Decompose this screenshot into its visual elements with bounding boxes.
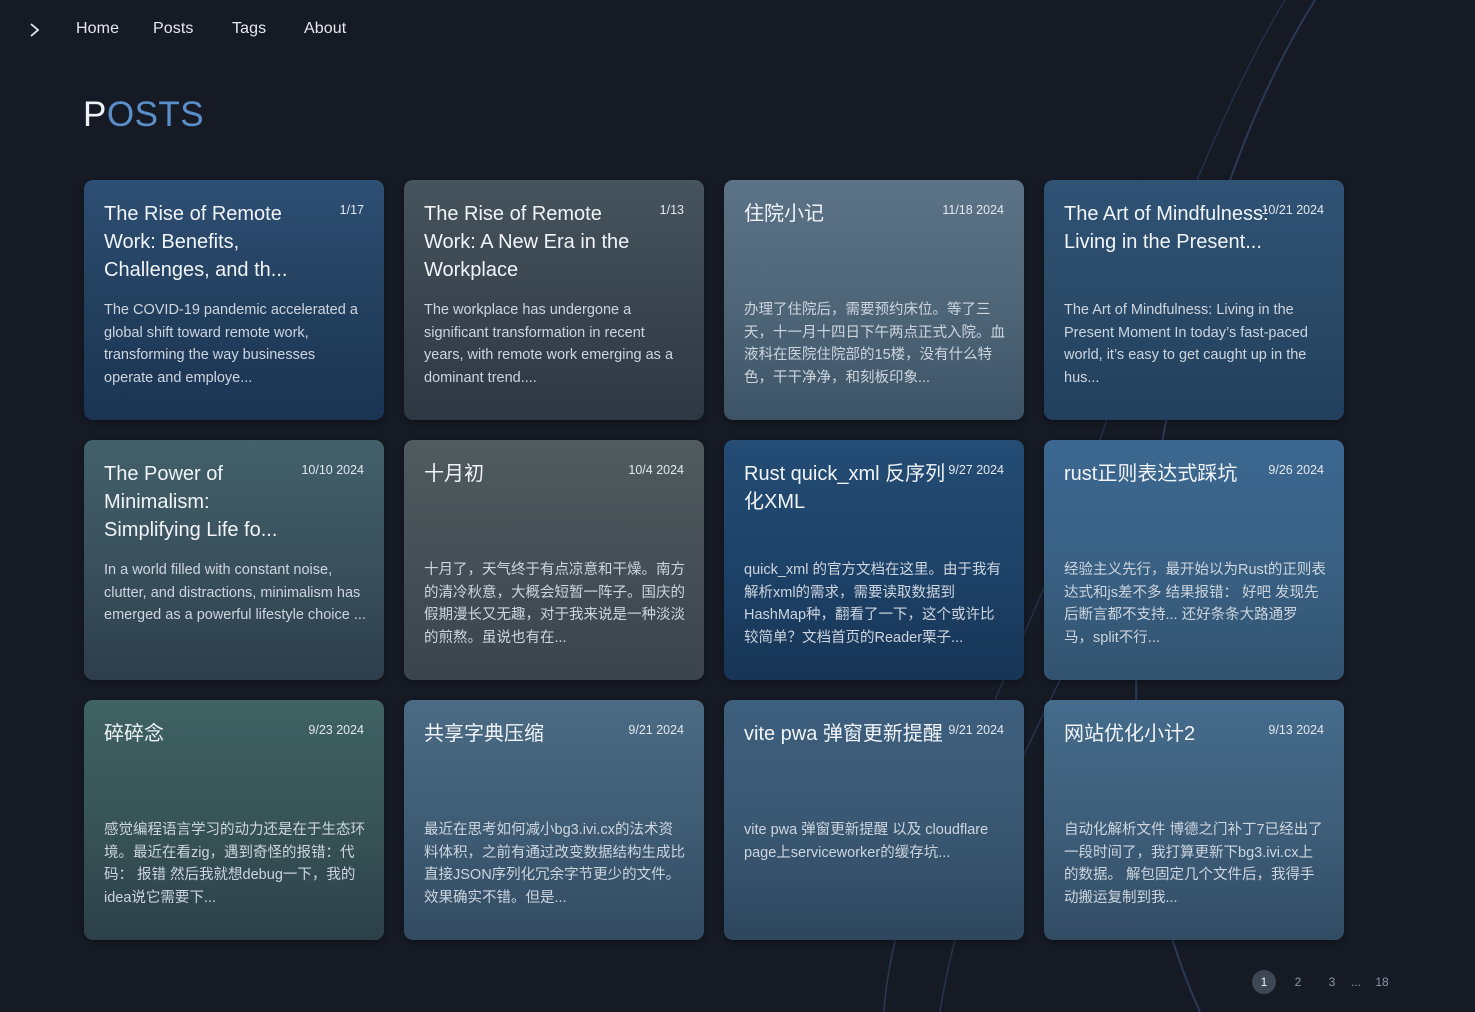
pagination-ellipsis: ... (1350, 975, 1361, 989)
post-date: 1/17 (339, 203, 364, 217)
post-excerpt: 感觉编程语言学习的动力还是在于生态环境。最近在看zig，遇到奇怪的报错：代码： … (104, 822, 365, 906)
post-date: 10/10 2024 (301, 463, 364, 477)
nav-about[interactable]: About (304, 20, 346, 38)
post-date: 10/4 2024 (628, 463, 684, 477)
post-card[interactable]: The Power of Minimalism: Simplifying Lif… (84, 440, 384, 680)
post-title[interactable]: 碎碎念 (104, 720, 310, 748)
post-date: 9/26 2024 (1268, 463, 1324, 477)
post-excerpt: The Art of Mindfulness: Living in the Pr… (1064, 302, 1308, 386)
post-excerpt: 最近在思考如何减小bg3.ivi.cx的法术资料体积，之前有通过改变数据结构生成… (424, 822, 685, 906)
post-date: 1/13 (659, 203, 684, 217)
post-card[interactable]: The Rise of Remote Work: Benefits, Chall… (84, 180, 384, 420)
post-excerpt: The COVID-19 pandemic accelerated a glob… (104, 302, 358, 386)
page-title-rest: OSTS (106, 95, 205, 134)
post-title[interactable]: The Power of Minimalism: Simplifying Lif… (104, 460, 310, 544)
post-title[interactable]: The Art of Mindfulness: Living in the Pr… (1064, 200, 1270, 256)
page-18-button[interactable]: 18 (1370, 970, 1394, 994)
page-2-button[interactable]: 2 (1286, 970, 1310, 994)
post-excerpt: 十月了，天气终于有点凉意和干燥。南方的清冷秋意，大概会短暂一阵子。国庆的假期漫长… (424, 562, 685, 646)
post-card[interactable]: 共享字典压缩 9/21 2024 最近在思考如何减小bg3.ivi.cx的法术资… (404, 700, 704, 940)
post-card[interactable]: 十月初 10/4 2024 十月了，天气终于有点凉意和干燥。南方的清冷秋意，大概… (404, 440, 704, 680)
page-1-button[interactable]: 1 (1252, 970, 1276, 994)
post-card[interactable]: vite pwa 弹窗更新提醒 9/21 2024 vite pwa 弹窗更新提… (724, 700, 1024, 940)
post-date: 9/13 2024 (1268, 723, 1324, 737)
post-card[interactable]: The Art of Mindfulness: Living in the Pr… (1044, 180, 1344, 420)
post-excerpt: In a world filled with constant noise, c… (104, 562, 366, 623)
post-date: 11/18 2024 (942, 203, 1004, 217)
post-date: 9/27 2024 (948, 463, 1004, 477)
post-title[interactable]: 网站优化小计2 (1064, 720, 1270, 748)
post-title[interactable]: 共享字典压缩 (424, 720, 630, 748)
post-card[interactable]: 碎碎念 9/23 2024 感觉编程语言学习的动力还是在于生态环境。最近在看zi… (84, 700, 384, 940)
post-date: 9/21 2024 (628, 723, 684, 737)
post-title[interactable]: vite pwa 弹窗更新提醒 (744, 720, 950, 748)
nav-home[interactable]: Home (76, 20, 119, 38)
post-title[interactable]: 十月初 (424, 460, 630, 488)
post-excerpt: quick_xml 的官方文档在这里。由于我有解析xml的需求，需要读取数据到H… (744, 562, 1001, 646)
post-card[interactable]: rust正则表达式踩坑 9/26 2024 经验主义先行，最开始以为Rust的正… (1044, 440, 1344, 680)
post-excerpt: 办理了住院后，需要预约床位。等了三天，十一月十四日下午两点正式入院。血液科在医院… (744, 302, 1005, 386)
page-title-initial: P (83, 95, 107, 134)
post-card[interactable]: The Rise of Remote Work: A New Era in th… (404, 180, 704, 420)
post-excerpt: The workplace has undergone a significan… (424, 302, 674, 386)
page-3-button[interactable]: 3 (1320, 970, 1344, 994)
pagination: 1 2 3 ... 18 (1252, 970, 1412, 994)
post-excerpt: 自动化解析文件 博德之门补丁7已经出了一段时间了，我打算更新下bg3.ivi.c… (1064, 822, 1323, 906)
posts-grid: The Rise of Remote Work: Benefits, Chall… (84, 180, 1344, 940)
post-title[interactable]: 住院小记 (744, 200, 950, 228)
post-date: 9/21 2024 (948, 723, 1004, 737)
post-title[interactable]: The Rise of Remote Work: Benefits, Chall… (104, 200, 310, 284)
chevron-right-icon[interactable] (24, 18, 46, 42)
post-card[interactable]: 网站优化小计2 9/13 2024 自动化解析文件 博德之门补丁7已经出了一段时… (1044, 700, 1344, 940)
post-excerpt: 经验主义先行，最开始以为Rust的正则表达式和js差不多 结果报错： 好吧 发现… (1064, 562, 1326, 646)
post-date: 10/21 2024 (1261, 203, 1324, 217)
page-title: POSTS (83, 95, 204, 135)
post-card[interactable]: Rust quick_xml 反序列化XML 9/27 2024 quick_x… (724, 440, 1024, 680)
post-title[interactable]: Rust quick_xml 反序列化XML (744, 460, 950, 516)
post-title[interactable]: The Rise of Remote Work: A New Era in th… (424, 200, 630, 284)
post-title[interactable]: rust正则表达式踩坑 (1064, 460, 1270, 488)
post-excerpt: vite pwa 弹窗更新提醒 以及 cloudflare page上servi… (744, 822, 989, 861)
post-card[interactable]: 住院小记 11/18 2024 办理了住院后，需要预约床位。等了三天，十一月十四… (724, 180, 1024, 420)
page: Home Posts Tags About POSTS The Rise of … (0, 0, 1475, 1012)
nav-tags[interactable]: Tags (232, 20, 266, 38)
post-date: 9/23 2024 (308, 723, 364, 737)
nav-posts[interactable]: Posts (153, 20, 194, 38)
